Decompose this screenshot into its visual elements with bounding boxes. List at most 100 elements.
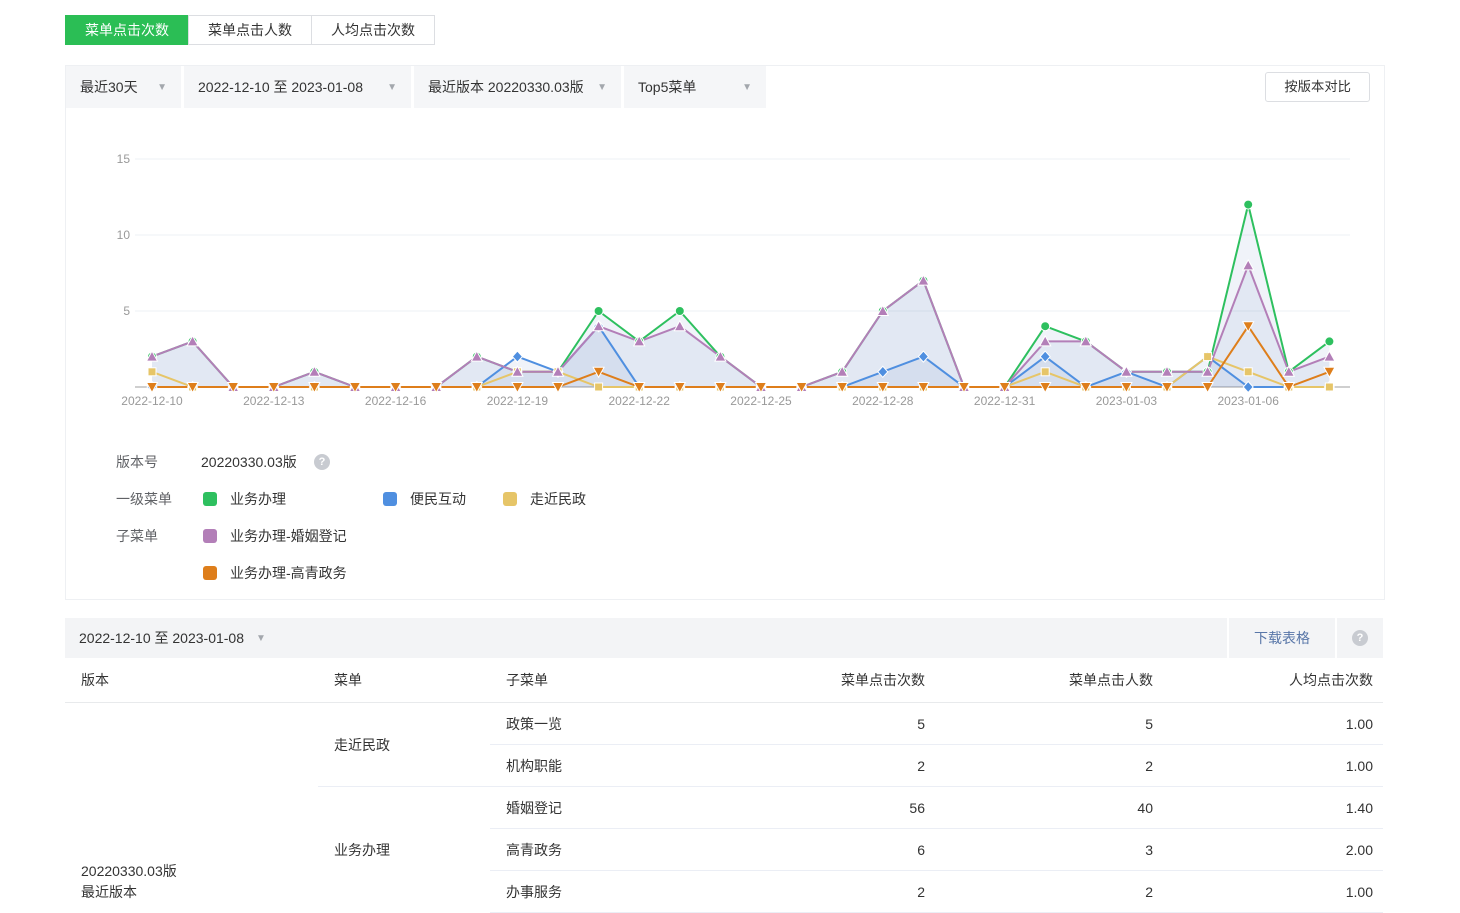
series-line-业务办理 xyxy=(152,205,1329,387)
y-axis-tick-label: 5 xyxy=(123,304,130,318)
filter-top-menu-label: Top5菜单 xyxy=(638,77,696,97)
clicks-cell: 6 xyxy=(705,829,935,871)
filter-range-preset[interactable]: 最近30天 ▼ xyxy=(66,66,181,108)
col-menu: 菜单 xyxy=(318,658,490,703)
x-axis-tick-label: 2022-12-13 xyxy=(243,394,305,408)
version-tag: 最近版本 xyxy=(81,882,318,903)
col-users: 菜单点击人数 xyxy=(935,658,1163,703)
line-chart: 5 10 15 2022-12-10 2022-12-13 2022-12-16 2022-… xyxy=(66,111,1384,421)
data-point xyxy=(1244,368,1252,376)
clicks-cell: 2 xyxy=(705,745,935,787)
filter-version[interactable]: 最近版本 20220330.03版 ▼ xyxy=(414,66,621,108)
legend-item-yewubanli[interactable]: 业务办理 xyxy=(203,489,286,509)
submenu-cell: 政策一览 xyxy=(490,703,705,745)
legend-item-bianminhudong[interactable]: 便民互动 xyxy=(383,489,466,509)
legend-item-zoujinminzheng[interactable]: 走近民政 xyxy=(503,489,586,509)
chart-card: 最近30天 ▼ 2022-12-10 至 2023-01-08 ▼ 最近版本 2… xyxy=(65,65,1385,600)
legend-item-hunyindengji[interactable]: 业务办理-婚姻登记 xyxy=(203,526,347,546)
series-swatch xyxy=(203,566,217,580)
data-point xyxy=(1325,337,1334,346)
data-point xyxy=(1325,383,1333,391)
avg-cell: 1.00 xyxy=(1163,703,1383,745)
series-line-业务办理-婚姻登记 xyxy=(152,265,1329,387)
avg-cell: 1.00 xyxy=(1163,871,1383,913)
chevron-down-icon: ▼ xyxy=(597,82,607,93)
submenu-cell: 办事服务 xyxy=(490,871,705,913)
avg-cell: 1.00 xyxy=(1163,745,1383,787)
x-axis-tick-label: 2023-01-06 xyxy=(1218,394,1280,408)
legend-item-label: 业务办理-高青政务 xyxy=(230,563,347,583)
legend-sub-row-1: 子菜单 业务办理-婚姻登记 xyxy=(66,527,1384,545)
legend-version-label: 版本号 xyxy=(116,452,158,472)
table-toolbar: 2022-12-10 至 2023-01-08 ▼ 下载表格 ? xyxy=(65,618,1383,658)
filter-date-range[interactable]: 2022-12-10 至 2023-01-08 ▼ xyxy=(184,66,411,108)
table-help-cell: ? xyxy=(1335,618,1383,658)
version-name: 20220330.03版 xyxy=(81,861,318,882)
compare-by-version-button[interactable]: 按版本对比 xyxy=(1265,72,1370,102)
users-cell: 40 xyxy=(935,787,1163,829)
col-avg: 人均点击次数 xyxy=(1163,658,1383,703)
help-icon[interactable]: ? xyxy=(314,454,330,470)
filter-top-menu[interactable]: Top5菜单 ▼ xyxy=(624,66,766,108)
chevron-down-icon: ▼ xyxy=(742,82,752,93)
x-axis-tick-label: 2022-12-16 xyxy=(365,394,427,408)
series-area-业务办理 xyxy=(152,205,1329,387)
clicks-cell: 5 xyxy=(705,703,935,745)
menu-stats-table: 版本 菜单 子菜单 菜单点击次数 菜单点击人数 人均点击次数 20220330.… xyxy=(65,658,1383,913)
data-point xyxy=(1204,353,1212,361)
filter-bar: 最近30天 ▼ 2022-12-10 至 2023-01-08 ▼ 最近版本 2… xyxy=(66,66,1384,108)
filter-range-preset-label: 最近30天 xyxy=(80,77,138,97)
y-axis-tick-label: 10 xyxy=(117,228,131,242)
series-swatch xyxy=(503,492,517,506)
menu-cell: 业务办理 xyxy=(318,787,490,913)
legend-item-label: 走近民政 xyxy=(530,489,586,509)
avg-cell: 1.40 xyxy=(1163,787,1383,829)
version-cell: 20220330.03版 最近版本 xyxy=(65,703,318,913)
x-axis-tick-label: 2022-12-19 xyxy=(487,394,549,408)
menu-cell: 走近民政 xyxy=(318,703,490,787)
data-point xyxy=(1041,368,1049,376)
chevron-down-icon: ▼ xyxy=(157,82,167,93)
col-submenu: 子菜单 xyxy=(490,658,705,703)
download-table-button[interactable]: 下载表格 xyxy=(1227,618,1335,658)
avg-cell: 2.00 xyxy=(1163,829,1383,871)
help-icon[interactable]: ? xyxy=(1352,630,1368,646)
tab-menu-click-count[interactable]: 菜单点击次数 xyxy=(65,15,189,45)
table-card: 2022-12-10 至 2023-01-08 ▼ 下载表格 ? 版本 菜单 子… xyxy=(65,618,1383,913)
y-axis-tick-label: 15 xyxy=(117,152,131,166)
x-axis-tick-label: 2023-01-03 xyxy=(1096,394,1158,408)
submenu-cell: 婚姻登记 xyxy=(490,787,705,829)
legend-item-label: 便民互动 xyxy=(410,489,466,509)
data-point xyxy=(1244,200,1253,209)
table-date-range-filter[interactable]: 2022-12-10 至 2023-01-08 ▼ xyxy=(65,618,1227,658)
data-point xyxy=(594,307,603,316)
series-swatch xyxy=(383,492,397,506)
metric-tabs: 菜单点击次数 菜单点击人数 人均点击次数 xyxy=(65,15,435,45)
tab-avg-clicks[interactable]: 人均点击次数 xyxy=(311,15,435,45)
data-point xyxy=(1041,322,1050,331)
legend-item-gaoqingzhengwu[interactable]: 业务办理-高青政务 xyxy=(203,563,347,583)
legend-item-label: 业务办理 xyxy=(230,489,286,509)
table-row: 20220330.03版 最近版本 走近民政 政策一览 5 5 1.00 xyxy=(65,703,1383,745)
clicks-cell: 2 xyxy=(705,871,935,913)
x-axis-tick-label: 2022-12-10 xyxy=(121,394,183,408)
data-point xyxy=(148,368,156,376)
col-version: 版本 xyxy=(65,658,318,703)
legend-version-value: 20220330.03版 xyxy=(201,452,297,472)
series-swatch xyxy=(203,529,217,543)
filter-date-range-label: 2022-12-10 至 2023-01-08 xyxy=(198,77,363,97)
data-point xyxy=(675,307,684,316)
tab-menu-click-users[interactable]: 菜单点击人数 xyxy=(188,15,312,45)
legend-version-row: 版本号 20220330.03版 ? xyxy=(66,453,1384,471)
chevron-down-icon: ▼ xyxy=(256,633,266,644)
users-cell: 2 xyxy=(935,745,1163,787)
users-cell: 3 xyxy=(935,829,1163,871)
data-point xyxy=(595,383,603,391)
series-area-业务办理-婚姻登记 xyxy=(152,265,1329,387)
legend-sub-row-2: 业务办理-高青政务 xyxy=(66,564,1384,582)
legend-item-label: 业务办理-婚姻登记 xyxy=(230,526,347,546)
x-axis-tick-label: 2022-12-28 xyxy=(852,394,914,408)
legend-sub-label: 子菜单 xyxy=(116,526,158,546)
submenu-cell: 机构职能 xyxy=(490,745,705,787)
table-header-row: 版本 菜单 子菜单 菜单点击次数 菜单点击人数 人均点击次数 xyxy=(65,658,1383,703)
